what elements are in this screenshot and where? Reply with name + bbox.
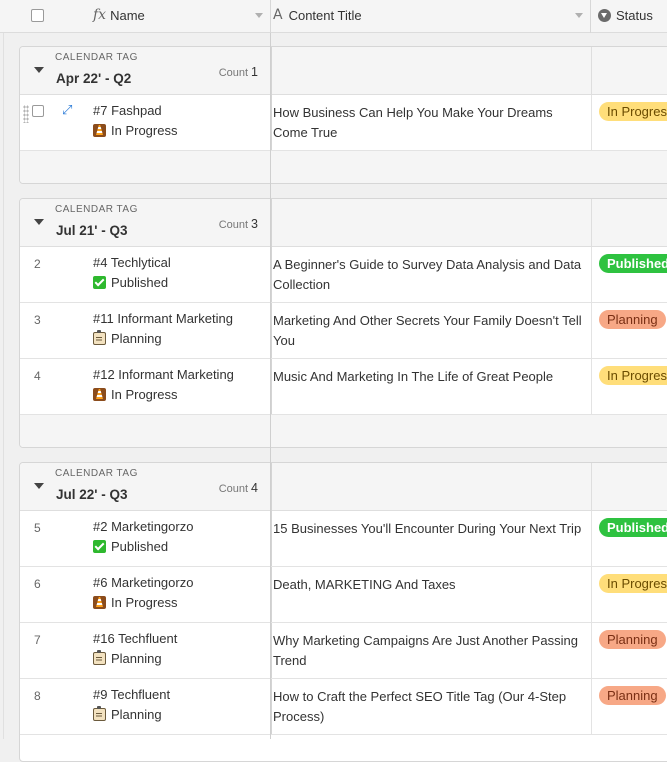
content-title-cell[interactable]: How Business Can Help You Make Your Drea… <box>273 103 588 143</box>
table-row[interactable]: 7 #16 Techfluent Planning Why Marketing … <box>20 623 667 679</box>
record-name: #7 Fashpad <box>93 103 162 118</box>
record-name: #11 Informant Marketing <box>93 311 233 326</box>
status-column-label: Status <box>616 8 653 23</box>
record-name: #2 Marketingorzo <box>93 519 194 534</box>
content-title-cell[interactable]: Why Marketing Campaigns Are Just Another… <box>273 631 588 671</box>
record-stage: Published <box>93 539 168 554</box>
group-count: Count 4 <box>218 481 258 495</box>
select-all-checkbox[interactable] <box>31 9 44 22</box>
group-apr-22-q2: CALENDAR TAG Apr 22' - Q2 Count 1 ⤢ #7 Fa… <box>19 46 667 184</box>
group-jul-21-q3: CALENDAR TAG Jul 21' - Q3 Count 3 2 #4 Te… <box>19 198 667 448</box>
text-a-icon: A <box>273 7 283 23</box>
group-value: Apr 22' - Q2 <box>56 71 132 86</box>
record-stage: Planning <box>93 650 162 666</box>
group-count: Count 1 <box>218 65 258 79</box>
content-title-cell[interactable]: Marketing And Other Secrets Your Family … <box>273 311 588 351</box>
record-stage: In Progress <box>93 595 177 610</box>
record-name: #16 Techfluent <box>93 631 178 646</box>
name-column-header[interactable]: fx Name <box>93 7 145 23</box>
record-stage: Planning <box>93 330 162 346</box>
status-column-header[interactable]: Status <box>598 8 653 23</box>
group-header[interactable]: CALENDAR TAG Jul 22' - Q3 Count 4 <box>20 463 667 511</box>
table-row[interactable]: 8 #9 Techfluent Planning How to Craft th… <box>20 679 667 735</box>
row-number: 3 <box>34 313 41 327</box>
status-badge[interactable]: In Progress <box>599 102 667 121</box>
content-title-cell[interactable]: Death, MARKETING And Taxes <box>273 575 588 595</box>
group-header[interactable]: CALENDAR TAG Apr 22' - Q2 Count 1 <box>20 47 667 95</box>
row-number: 5 <box>34 521 41 535</box>
record-name: #9 Techfluent <box>93 687 171 702</box>
row-number: 4 <box>34 369 41 383</box>
grid-left-edge <box>3 33 4 739</box>
group-field-label: CALENDAR TAG <box>55 204 138 215</box>
content-title-column-label: Content Title <box>288 7 362 23</box>
construction-icon <box>93 388 106 401</box>
record-stage: In Progress <box>93 123 177 138</box>
group-footer <box>20 415 667 447</box>
record-name: #12 Informant Marketing <box>93 367 234 382</box>
content-title-cell[interactable]: 15 Businesses You'll Encounter During Yo… <box>273 519 588 539</box>
content-title-column-header[interactable]: A Content Title <box>273 7 362 23</box>
status-badge[interactable]: Planning <box>599 630 666 649</box>
column-header-bar: fx Name A Content Title Status <box>0 0 667 33</box>
clipboard-icon <box>93 330 106 345</box>
status-badge[interactable]: Planning <box>599 310 666 329</box>
row-number: 8 <box>34 689 41 703</box>
group-field-label: CALENDAR TAG <box>55 468 138 479</box>
group-field-label: CALENDAR TAG <box>55 52 138 63</box>
name-column-menu-icon[interactable] <box>255 13 263 18</box>
content-title-cell[interactable]: How to Craft the Perfect SEO Title Tag (… <box>273 687 588 727</box>
status-badge[interactable]: Planning <box>599 686 666 705</box>
record-stage: In Progress <box>93 387 177 402</box>
table-row[interactable]: 6 #6 Marketingorzo In Progress Death, MA… <box>20 567 667 623</box>
collapse-caret-icon[interactable] <box>34 67 44 73</box>
expand-record-icon[interactable]: ⤢ <box>62 103 72 118</box>
table-row[interactable]: 2 #4 Techlytical Published A Beginner's … <box>20 247 667 303</box>
check-icon <box>93 540 106 553</box>
clipboard-icon <box>93 650 106 665</box>
status-badge[interactable]: Published <box>599 518 667 537</box>
record-stage: Published <box>93 275 168 290</box>
fx-icon: fx <box>93 7 107 23</box>
header-divider <box>270 0 271 33</box>
table-row[interactable]: 4 #12 Informant Marketing In Progress Mu… <box>20 359 667 415</box>
drag-handle-icon[interactable] <box>23 105 29 123</box>
group-value: Jul 21' - Q3 <box>56 223 128 238</box>
status-dropdown-icon <box>598 9 611 22</box>
collapse-caret-icon[interactable] <box>34 219 44 225</box>
group-value: Jul 22' - Q3 <box>56 487 128 502</box>
record-name: #6 Marketingorzo <box>93 575 194 590</box>
collapse-caret-icon[interactable] <box>34 483 44 489</box>
check-icon <box>93 276 106 289</box>
content-title-column-menu-icon[interactable] <box>575 13 583 18</box>
frozen-column-divider[interactable] <box>270 33 271 739</box>
name-column-label: Name <box>110 7 145 23</box>
group-header[interactable]: CALENDAR TAG Jul 21' - Q3 Count 3 <box>20 199 667 247</box>
construction-icon <box>93 124 106 137</box>
row-number: 2 <box>34 257 41 271</box>
row-checkbox[interactable] <box>32 105 44 117</box>
status-badge[interactable]: Published <box>599 254 667 273</box>
group-count: Count 3 <box>218 217 258 231</box>
group-jul-22-q3: CALENDAR TAG Jul 22' - Q3 Count 4 5 #2 Ma… <box>19 462 667 762</box>
group-footer <box>20 151 667 183</box>
row-number: 7 <box>34 633 41 647</box>
table-row[interactable]: ⤢ #7 Fashpad In Progress How Business Ca… <box>20 95 667 151</box>
row-number: 6 <box>34 577 41 591</box>
table-row[interactable]: 3 #11 Informant Marketing Planning Marke… <box>20 303 667 359</box>
record-name: #4 Techlytical <box>93 255 171 270</box>
construction-icon <box>93 596 106 609</box>
record-stage: Planning <box>93 706 162 722</box>
content-title-cell[interactable]: Music And Marketing In The Life of Great… <box>273 367 588 387</box>
status-badge[interactable]: In Progress <box>599 366 667 385</box>
clipboard-icon <box>93 706 106 721</box>
table-row[interactable]: 5 #2 Marketingorzo Published 15 Business… <box>20 511 667 567</box>
status-badge[interactable]: In Progress <box>599 574 667 593</box>
content-title-cell[interactable]: A Beginner's Guide to Survey Data Analys… <box>273 255 588 295</box>
header-divider <box>590 0 591 33</box>
